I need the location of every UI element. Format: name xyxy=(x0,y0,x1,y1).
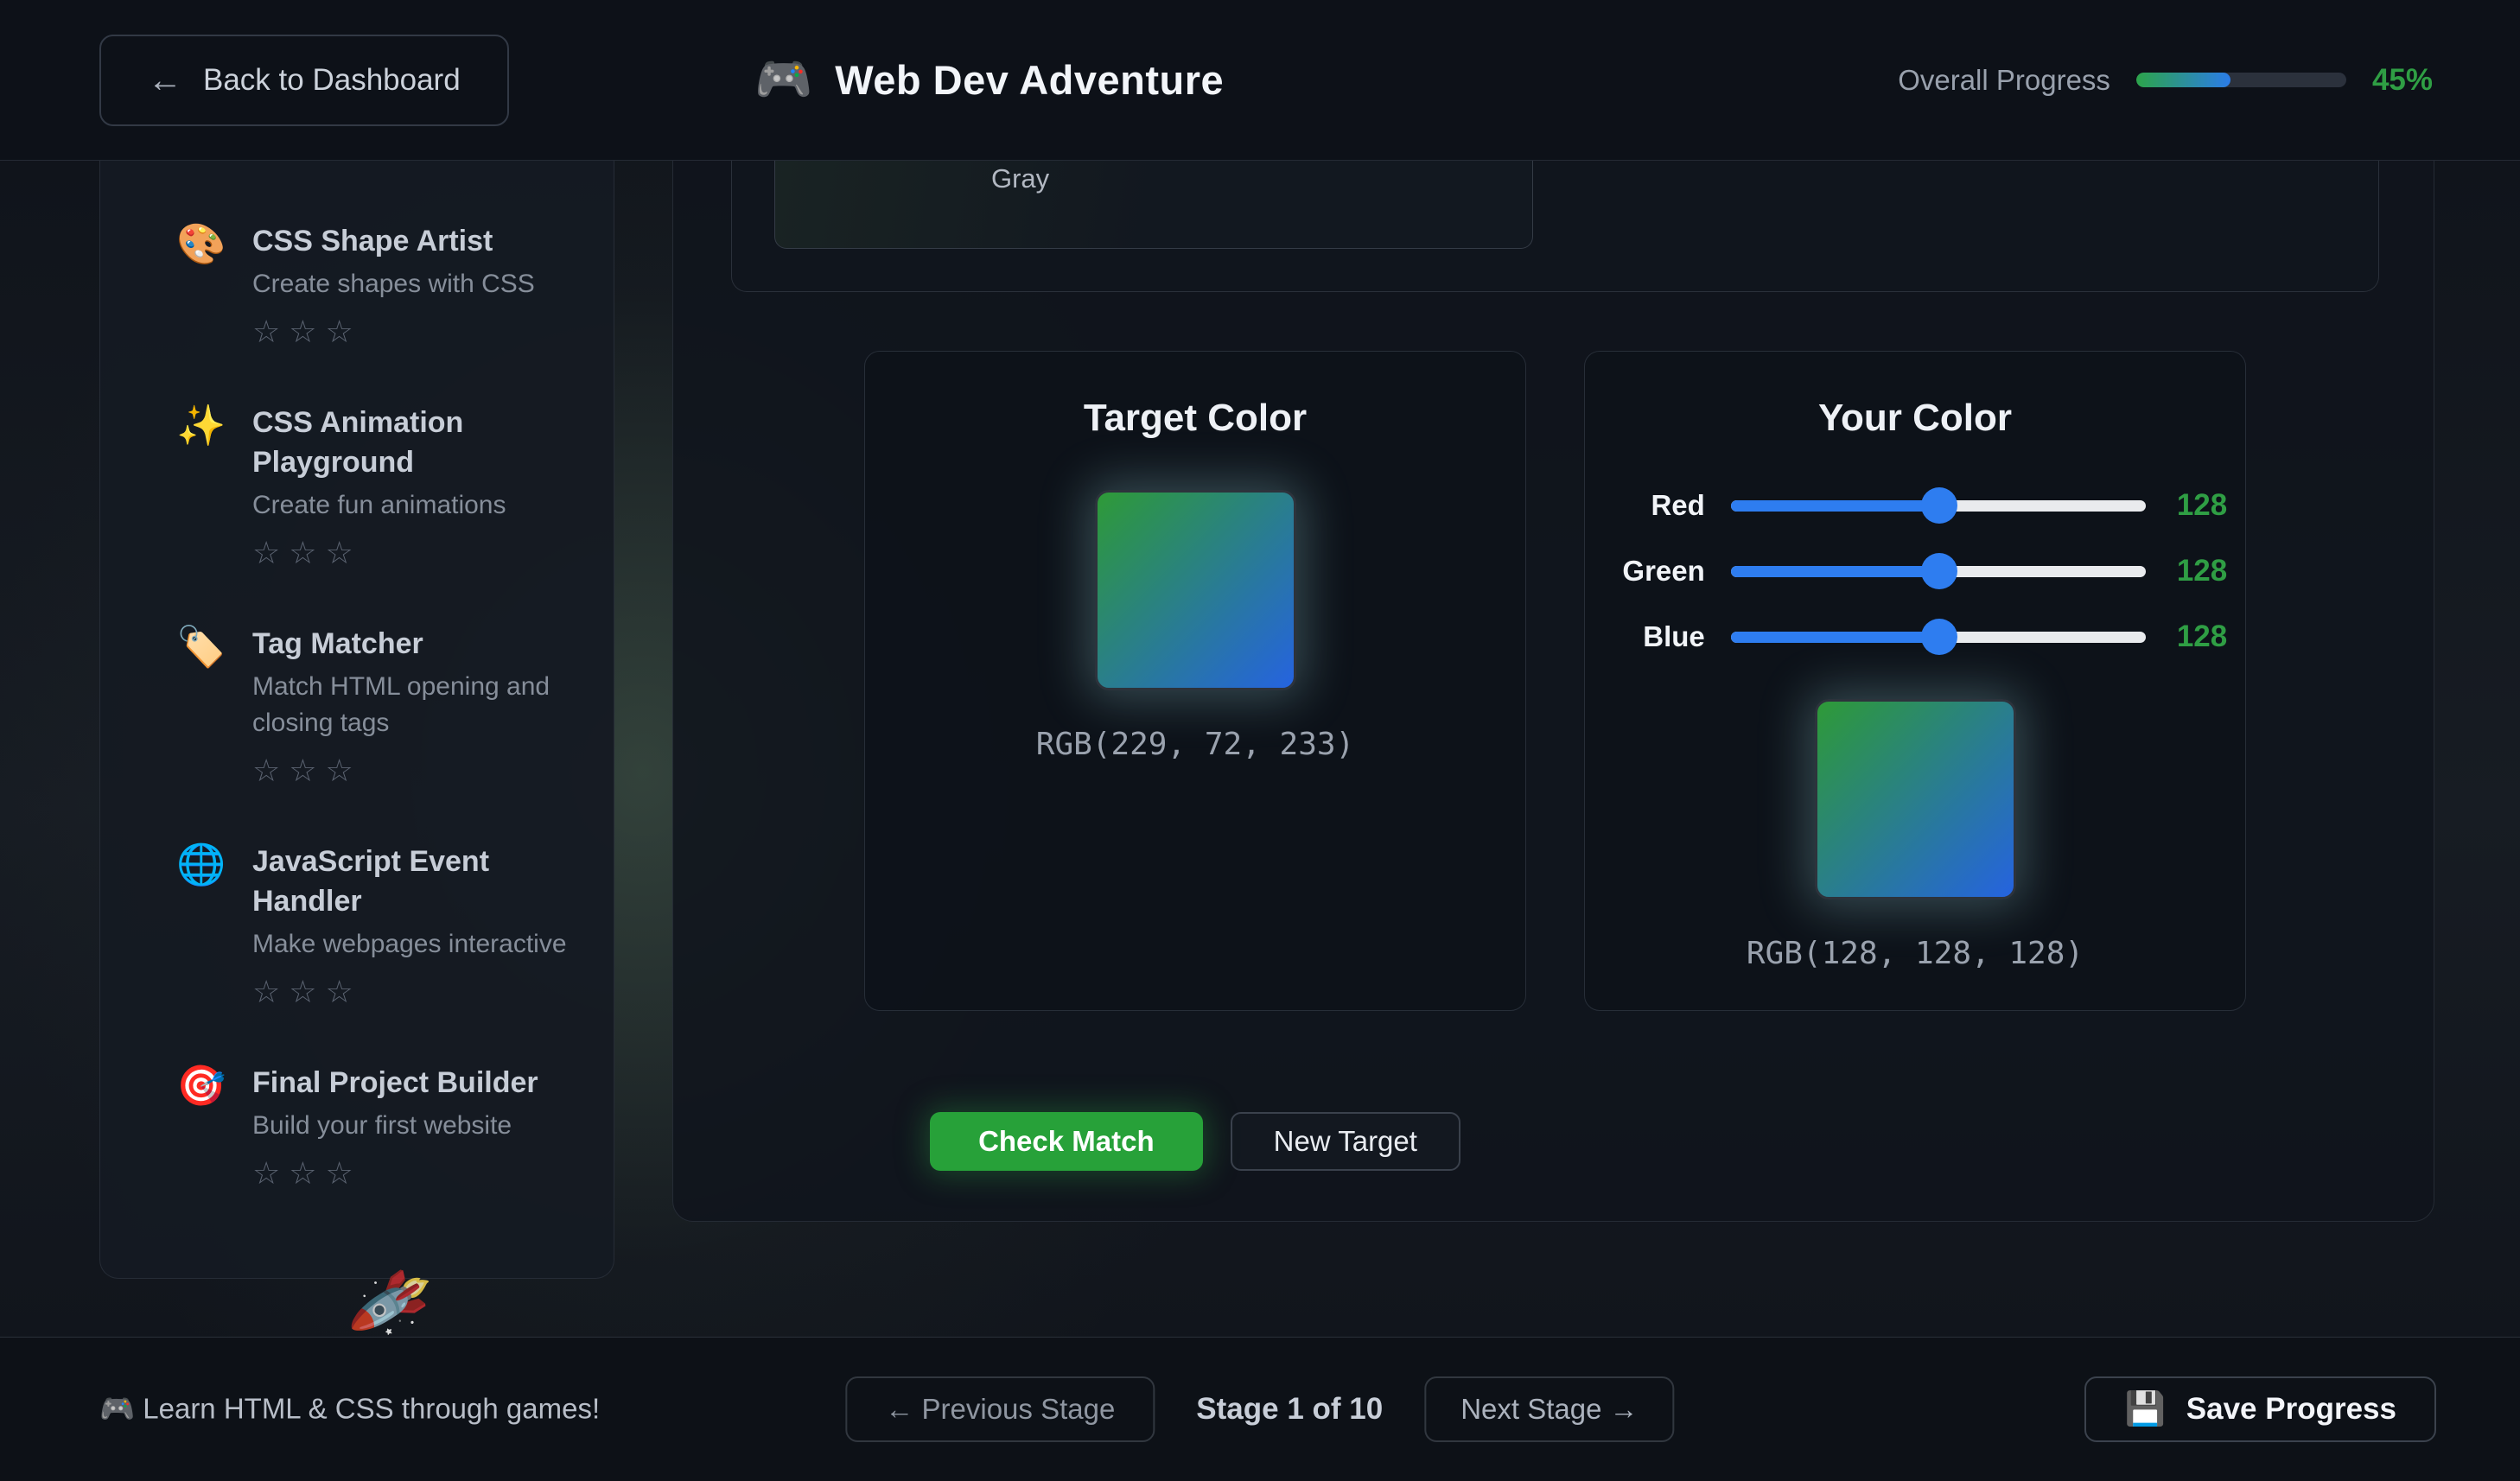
overall-progress-value: 45% xyxy=(2372,63,2433,98)
green-slider-label: Green xyxy=(1602,555,1705,588)
target-color-swatch xyxy=(1095,490,1296,690)
tag-icon: 🏷️ xyxy=(176,624,226,791)
your-color-swatch xyxy=(1815,699,2016,899)
slider-row: Red 128 xyxy=(1585,473,2245,538)
footer-tagline: 🎮 Learn HTML & CSS through games! xyxy=(99,1393,600,1427)
sidebar-item-title: Final Project Builder xyxy=(252,1063,538,1103)
footer: 🎮 Learn HTML & CSS through games! ← Prev… xyxy=(0,1337,2520,1481)
target-icon: 🎯 xyxy=(176,1063,226,1194)
sidebar-item-title: Tag Matcher xyxy=(252,624,582,664)
slider-thumb[interactable] xyxy=(1921,487,1957,524)
sidebar-item-css-animation-playground[interactable]: ✨ CSS Animation Playground Create fun an… xyxy=(100,403,614,574)
target-color-rgb: RGB(229, 72, 233) xyxy=(865,727,1525,762)
back-arrow-icon: ← xyxy=(148,61,182,100)
rocket-icon: 🚀 xyxy=(346,1260,436,1348)
your-color-title: Your Color xyxy=(1585,395,2245,442)
slider-fill xyxy=(1731,632,1939,643)
target-color-title: Target Color xyxy=(865,395,1525,442)
sidebar-item-title: CSS Shape Artist xyxy=(252,221,535,261)
game-controller-icon: 🎮 xyxy=(754,53,812,107)
your-color-panel: Your Color Red 128 Green 128 xyxy=(1584,351,2246,1011)
back-to-dashboard-button[interactable]: ← Back to Dashboard xyxy=(99,35,509,126)
sidebar-item-title: CSS Animation Playground xyxy=(252,403,582,482)
overall-progress-bar xyxy=(2136,73,2346,87)
sidebar-item-description: Create fun animations xyxy=(252,487,582,524)
blue-slider-label: Blue xyxy=(1602,620,1705,653)
app-title: 🎮 Web Dev Adventure xyxy=(754,0,1224,160)
red-slider-value: 128 xyxy=(2177,488,2245,523)
game-actions: Check Match New Target xyxy=(864,1112,1526,1171)
slider-thumb[interactable] xyxy=(1921,553,1957,589)
content-area: 🎨 CSS Shape Artist Create shapes with CS… xyxy=(0,161,2520,1337)
slider-fill xyxy=(1731,500,1939,512)
star-rating: ☆ ☆ ☆ xyxy=(252,971,582,1013)
star-rating: ☆ ☆ ☆ xyxy=(252,750,582,791)
star-rating: ☆ ☆ ☆ xyxy=(252,532,582,574)
rgb-sliders: Red 128 Green 128 Blue xyxy=(1585,473,2245,670)
your-color-rgb: RGB(128, 128, 128) xyxy=(1585,936,2245,971)
stage-indicator: Stage 1 of 10 xyxy=(1196,1392,1383,1427)
page-title: Web Dev Adventure xyxy=(835,56,1224,104)
sidebar-item-css-shape-artist[interactable]: 🎨 CSS Shape Artist Create shapes with CS… xyxy=(100,221,614,353)
palette-icon: 🎨 xyxy=(176,221,226,353)
new-target-button[interactable]: New Target xyxy=(1231,1112,1460,1171)
star-rating: ☆ ☆ ☆ xyxy=(252,1153,538,1194)
green-slider-value: 128 xyxy=(2177,554,2245,588)
green-slider[interactable] xyxy=(1731,566,2146,577)
save-progress-label: Save Progress xyxy=(2186,1392,2396,1427)
stage-navigation: ← Previous Stage Stage 1 of 10 Next Stag… xyxy=(845,1376,1674,1442)
sidebar-item-description: Make webpages interactive xyxy=(252,926,582,963)
slider-fill xyxy=(1731,566,1939,577)
next-stage-button[interactable]: Next Stage → xyxy=(1424,1376,1674,1442)
sidebar-item-description: Create shapes with CSS xyxy=(252,266,535,302)
red-slider[interactable] xyxy=(1731,500,2146,512)
sidebar-item-final-project-builder[interactable]: 🎯 Final Project Builder Build your first… xyxy=(100,1063,614,1194)
globe-icon: 🌐 xyxy=(176,842,226,1013)
star-rating: ☆ ☆ ☆ xyxy=(252,311,535,353)
back-button-label: Back to Dashboard xyxy=(203,63,461,98)
quiz-card: Gray xyxy=(731,161,2379,292)
sidebar-item-description: Match HTML opening and closing tags xyxy=(252,669,582,741)
previous-stage-button[interactable]: ← Previous Stage xyxy=(845,1376,1155,1442)
floppy-disk-icon: 💾 xyxy=(2124,1390,2165,1428)
slider-row: Blue 128 xyxy=(1585,604,2245,670)
overall-progress-label: Overall Progress xyxy=(1898,64,2110,97)
save-progress-button[interactable]: 💾 Save Progress xyxy=(2084,1376,2436,1442)
quiz-option-gray[interactable]: Gray xyxy=(774,161,1533,249)
blue-slider[interactable] xyxy=(1731,632,2146,643)
sidebar: 🎨 CSS Shape Artist Create shapes with CS… xyxy=(99,161,614,1279)
sidebar-item-description: Build your first website xyxy=(252,1108,538,1144)
sidebar-item-javascript-event-handler[interactable]: 🌐 JavaScript Event Handler Make webpages… xyxy=(100,842,614,1013)
main-game-panel: Gray Target Color RGB(229, 72, 233) Your… xyxy=(672,161,2434,1222)
blue-slider-value: 128 xyxy=(2177,620,2245,654)
red-slider-label: Red xyxy=(1602,489,1705,522)
overall-progress-fill xyxy=(2136,73,2230,87)
header: ← Back to Dashboard 🎮 Web Dev Adventure … xyxy=(0,0,2520,161)
sidebar-item-title: JavaScript Event Handler xyxy=(252,842,582,921)
overall-progress: Overall Progress 45% xyxy=(1898,0,2433,160)
sparkles-icon: ✨ xyxy=(176,403,226,574)
quiz-option-label: Gray xyxy=(991,163,1049,194)
check-match-button[interactable]: Check Match xyxy=(930,1112,1203,1171)
sidebar-item-tag-matcher[interactable]: 🏷️ Tag Matcher Match HTML opening and cl… xyxy=(100,624,614,791)
target-color-panel: Target Color RGB(229, 72, 233) xyxy=(864,351,1526,1011)
slider-thumb[interactable] xyxy=(1921,619,1957,655)
slider-row: Green 128 xyxy=(1585,538,2245,604)
